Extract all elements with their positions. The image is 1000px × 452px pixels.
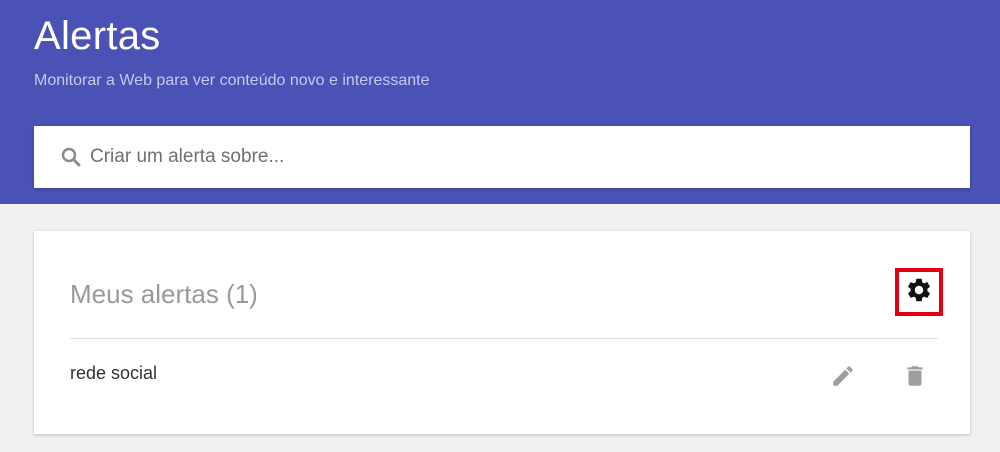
trash-icon [902,363,928,394]
my-alerts-card: Meus alertas (1) rede social [34,231,970,434]
page-subtitle: Monitorar a Web para ver conteúdo novo e… [34,72,430,89]
delete-alert-button[interactable] [900,363,930,393]
search-input[interactable] [90,137,910,177]
pencil-icon [830,363,856,394]
alert-item[interactable]: rede social [70,339,938,415]
search-box[interactable] [34,126,970,188]
search-icon [60,146,82,168]
edit-alert-button[interactable] [828,363,858,393]
gear-icon [905,276,933,309]
header-banner: Alertas Monitorar a Web para ver conteúd… [0,0,1000,204]
settings-button[interactable] [895,268,943,316]
my-alerts-title: Meus alertas (1) [70,279,258,309]
page-title: Alertas [34,14,161,58]
alert-item-label: rede social [70,363,158,383]
